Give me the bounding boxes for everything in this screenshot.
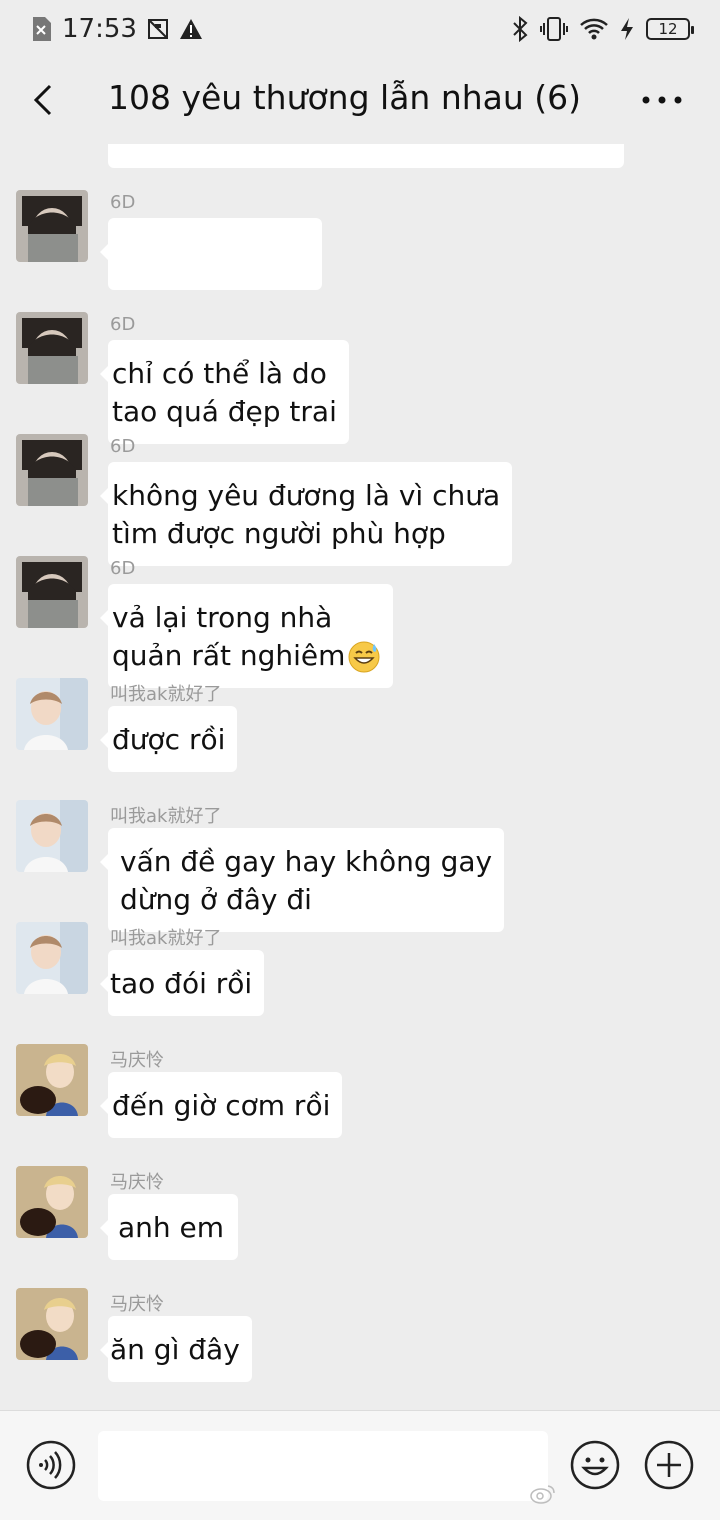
avatar[interactable] — [16, 678, 88, 750]
message-text-input[interactable] — [98, 1431, 548, 1501]
sender-name: 6D — [110, 314, 136, 335]
message-text: ăn gì đây — [110, 1333, 240, 1366]
sender-name: 6D — [110, 436, 136, 457]
message-text: đến giờ cơm rồi — [112, 1089, 331, 1122]
sender-name: 马庆怜 — [110, 1294, 164, 1315]
battery-level: 12 — [658, 20, 678, 38]
message-bubble-partial[interactable] — [108, 144, 624, 168]
chat-header: 108 yêu thương lẫn nhau (6) — [0, 58, 720, 144]
plus-icon — [644, 1440, 694, 1490]
message-text: chỉ có thể là do — [112, 357, 327, 390]
avatar[interactable] — [16, 556, 88, 628]
warning-icon — [179, 18, 203, 40]
status-bar: 17:53 12 — [0, 0, 720, 58]
more-dots-icon — [642, 96, 682, 104]
chevron-left-icon — [33, 84, 52, 116]
status-time: 17:53 — [62, 14, 137, 44]
back-button[interactable] — [26, 80, 66, 120]
message-bubble[interactable]: tao đói rồi — [99, 950, 265, 1016]
watermark — [530, 1484, 556, 1509]
message-text: dừng ở đây đi — [120, 883, 312, 916]
voice-button[interactable] — [26, 1440, 76, 1490]
message-bubble[interactable]: vấn đề gay hay không gay dừng ở đây đi — [99, 828, 505, 932]
message-bubble[interactable]: vả lại trong nhà quản rất nghiêm — [99, 584, 394, 688]
bluetooth-icon — [512, 16, 528, 42]
message-bubble[interactable] — [100, 218, 322, 290]
avatar[interactable] — [16, 800, 88, 872]
avatar[interactable] — [16, 312, 88, 384]
sender-name: 叫我ak就好了 — [110, 684, 222, 705]
message-text: được rồi — [112, 723, 226, 756]
sender-name: 马庆怜 — [110, 1050, 164, 1071]
message-bubble[interactable]: chỉ có thể là do tao quá đẹp trai — [100, 340, 349, 444]
battery-icon: 12 — [646, 18, 694, 40]
charging-icon — [620, 17, 634, 41]
message-bubble[interactable]: không yêu đương là vì chưa tìm được ngườ… — [99, 462, 513, 566]
voice-icon — [26, 1440, 76, 1490]
message-text: vả lại trong nhà — [112, 601, 333, 634]
more-functions-button[interactable] — [644, 1440, 694, 1490]
weibo-logo-icon — [530, 1485, 555, 1504]
message-bubble[interactable]: ăn gì đây — [100, 1316, 252, 1382]
screenshot-icon — [147, 18, 169, 40]
message-bubble[interactable]: anh em — [99, 1194, 239, 1260]
message-bubble[interactable]: đến giờ cơm rồi — [99, 1072, 343, 1138]
message-text: tìm được người phù hợp — [112, 517, 446, 550]
vibrate-icon — [540, 16, 568, 42]
message-input-bar — [0, 1410, 720, 1520]
avatar[interactable] — [16, 1288, 88, 1360]
avatar[interactable] — [16, 1044, 88, 1116]
avatar[interactable] — [16, 190, 88, 262]
sender-name: 马庆怜 — [110, 1172, 164, 1193]
message-text: không yêu đương là vì chưa — [112, 479, 501, 512]
message-list[interactable]: 6D 6D chỉ có thể là do tao quá đẹp trai … — [0, 144, 720, 1410]
message-text: anh em — [118, 1211, 225, 1244]
sender-name: 叫我ak就好了 — [110, 806, 222, 827]
sender-name: 6D — [110, 192, 136, 213]
message-text: tao đói rồi — [110, 967, 253, 1000]
wifi-icon — [580, 17, 608, 41]
message-text: vấn đề gay hay không gay — [120, 845, 493, 878]
avatar[interactable] — [16, 922, 88, 994]
sender-name: 6D — [110, 558, 136, 579]
sweat-smile-emoji-icon — [347, 640, 381, 674]
message-text: tao quá đẹp trai — [112, 395, 337, 428]
chat-title: 108 yêu thương lẫn nhau (6) — [108, 78, 582, 117]
sender-name: 叫我ak就好了 — [110, 928, 222, 949]
avatar[interactable] — [16, 1166, 88, 1238]
emoji-icon — [570, 1440, 620, 1490]
message-bubble[interactable]: được rồi — [99, 706, 238, 772]
message-text: quản rất nghiêm — [112, 639, 346, 672]
emoji-button[interactable] — [570, 1440, 620, 1490]
more-button[interactable] — [640, 88, 684, 112]
sim-icon — [30, 16, 52, 42]
avatar[interactable] — [16, 434, 88, 506]
